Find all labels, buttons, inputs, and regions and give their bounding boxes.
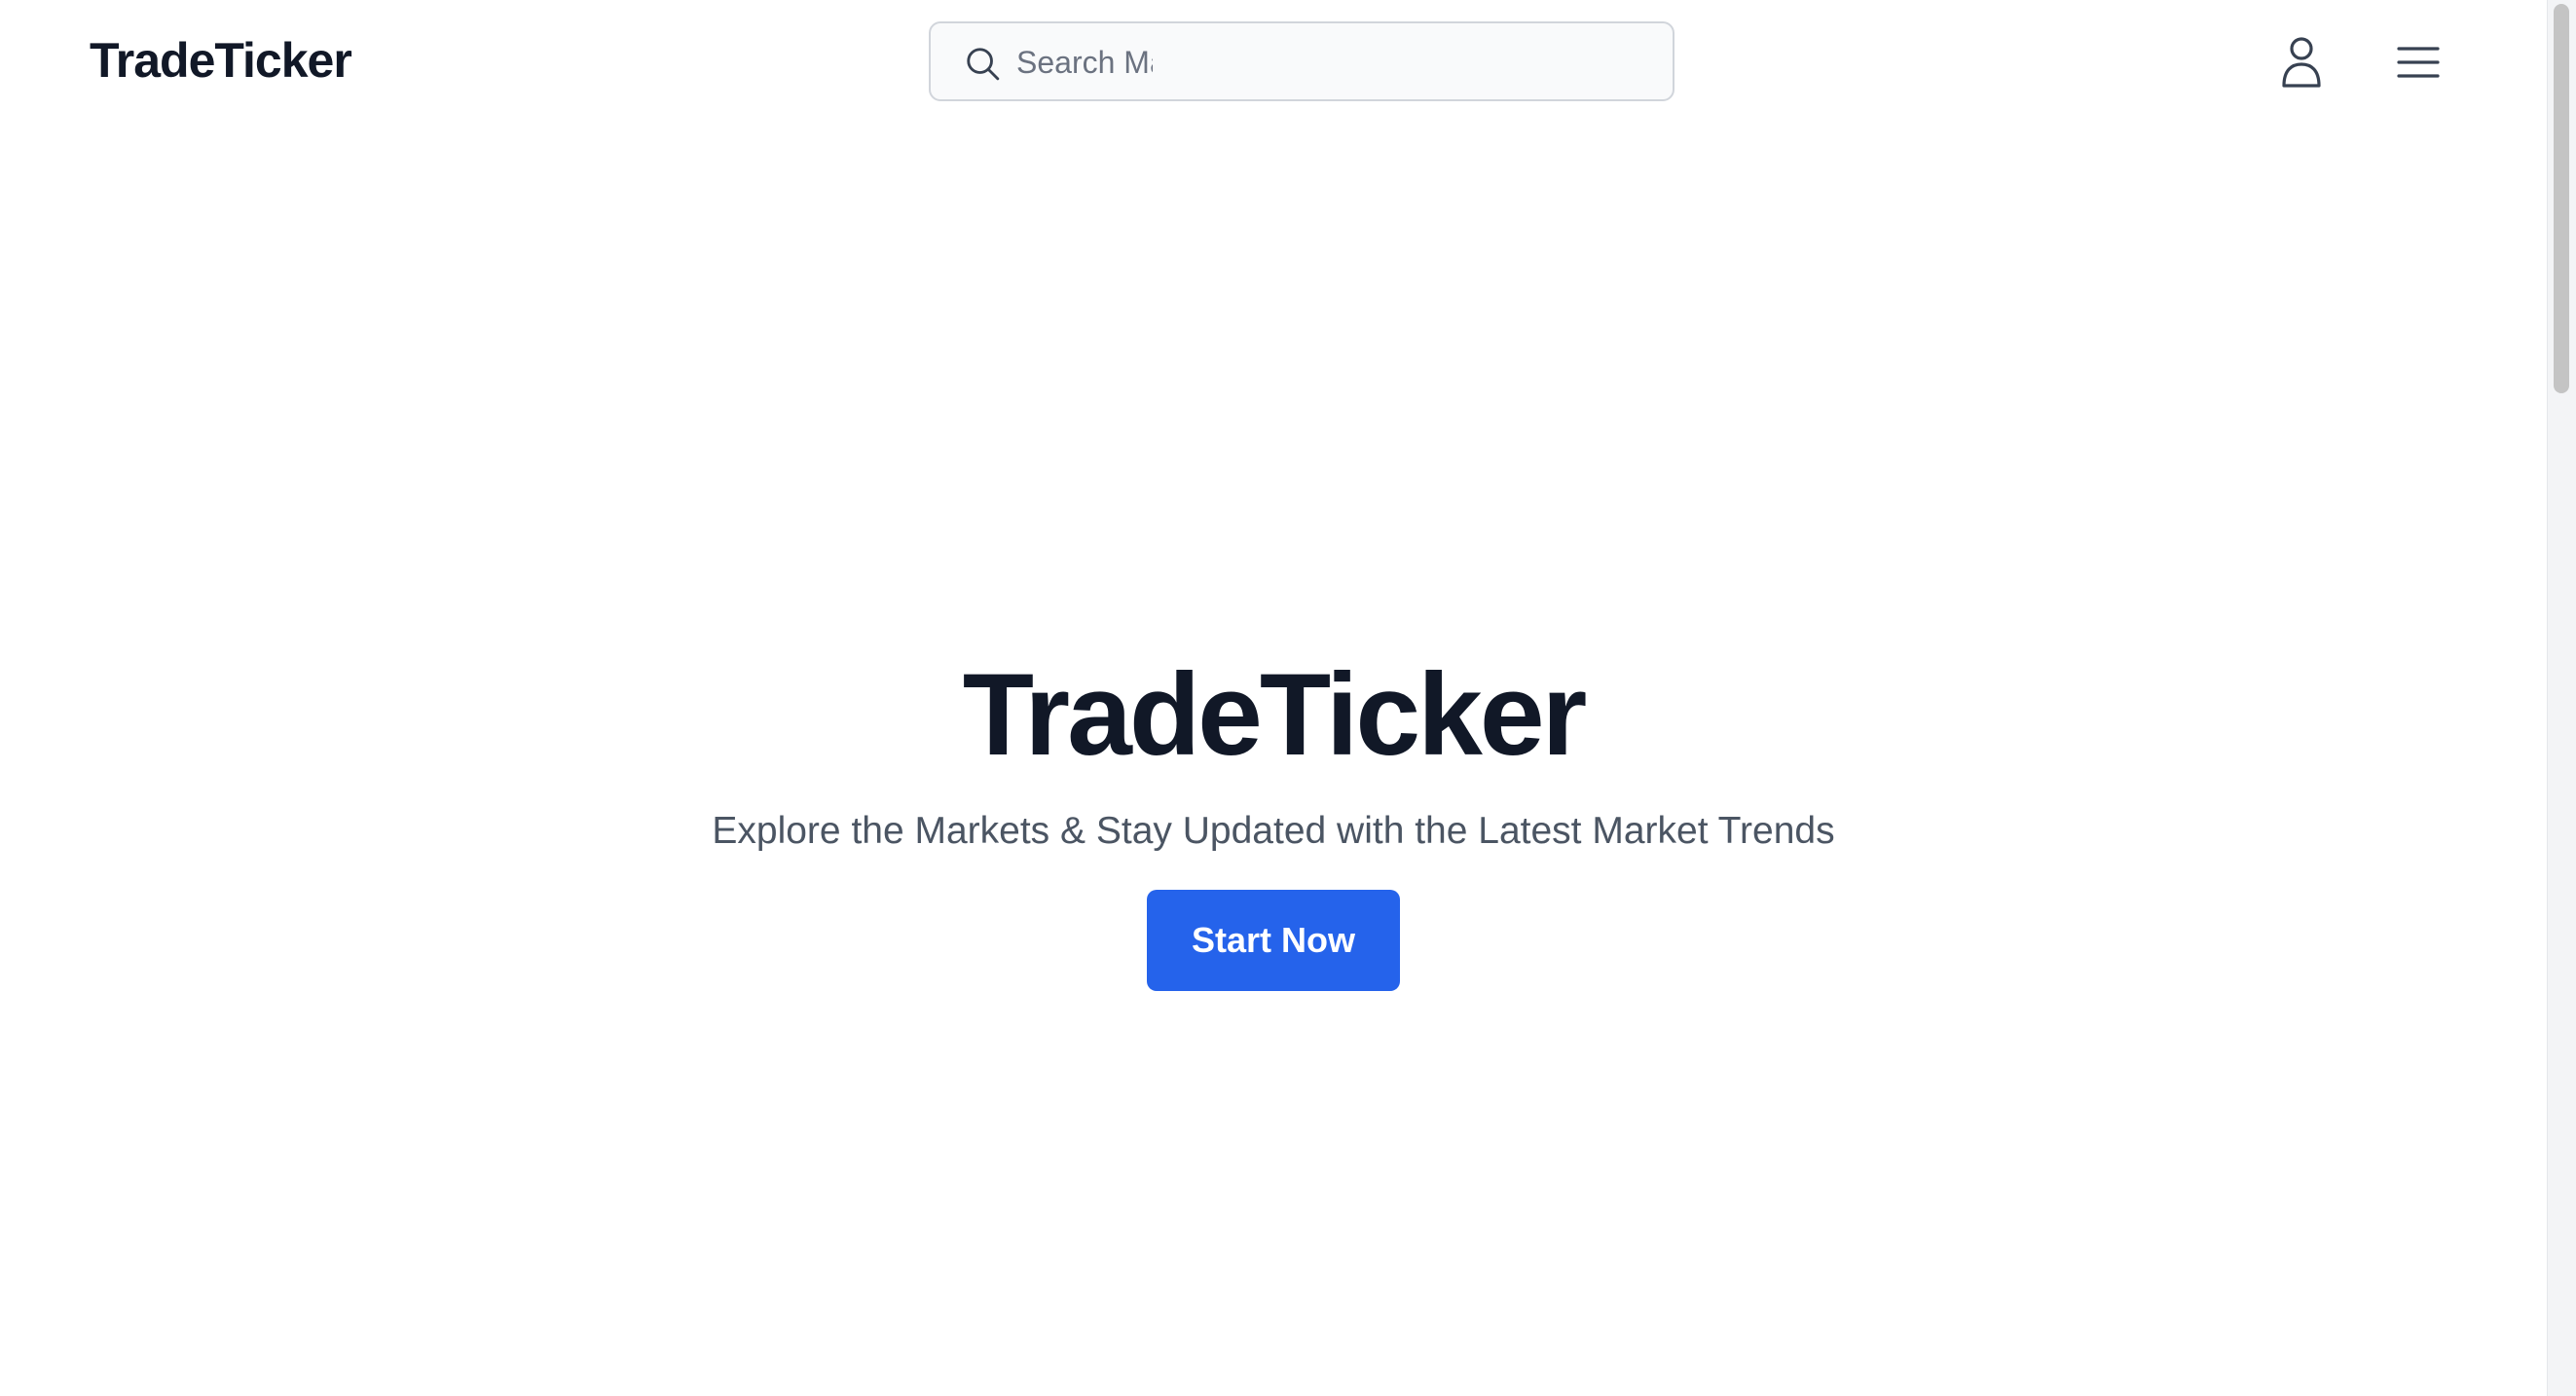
user-icon — [2282, 37, 2321, 88]
start-now-button[interactable]: Start Now — [1147, 890, 1400, 991]
page: TradeTicker TradeTicker Explore the Mark — [0, 0, 2576, 1396]
main-menu-button[interactable] — [2395, 41, 2442, 84]
scrollbar-thumb[interactable] — [2554, 4, 2569, 393]
hero-subtitle: Explore the Markets & Stay Updated with … — [712, 810, 1835, 852]
brand-logo[interactable]: TradeTicker — [90, 29, 352, 92]
hamburger-menu-icon — [2397, 47, 2440, 78]
user-account-button[interactable] — [2278, 35, 2325, 90]
search-icon — [967, 48, 1000, 81]
search-bar[interactable] — [929, 21, 1674, 101]
search-input[interactable] — [1016, 35, 1153, 90]
hero-title: TradeTicker — [962, 649, 1588, 780]
top-navbar: TradeTicker — [0, 0, 2547, 125]
vertical-scrollbar[interactable] — [2547, 0, 2576, 1396]
